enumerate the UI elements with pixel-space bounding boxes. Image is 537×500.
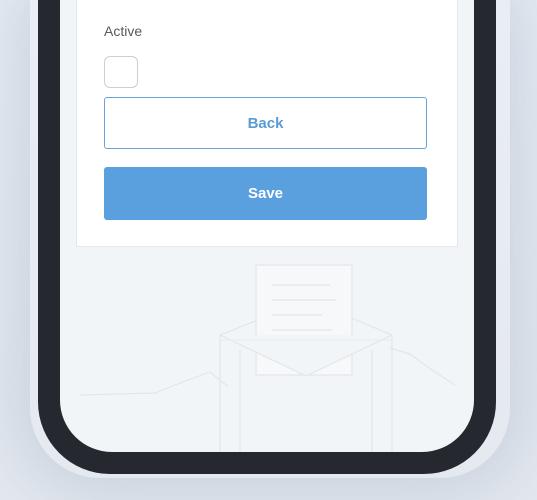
active-checkbox[interactable] — [104, 56, 138, 88]
form-card: Active Back Save — [76, 0, 458, 247]
save-button[interactable]: Save — [104, 167, 427, 220]
back-button[interactable]: Back — [104, 97, 427, 149]
active-label: Active — [104, 23, 143, 39]
phone-screen: Active Back Save — [60, 0, 474, 452]
